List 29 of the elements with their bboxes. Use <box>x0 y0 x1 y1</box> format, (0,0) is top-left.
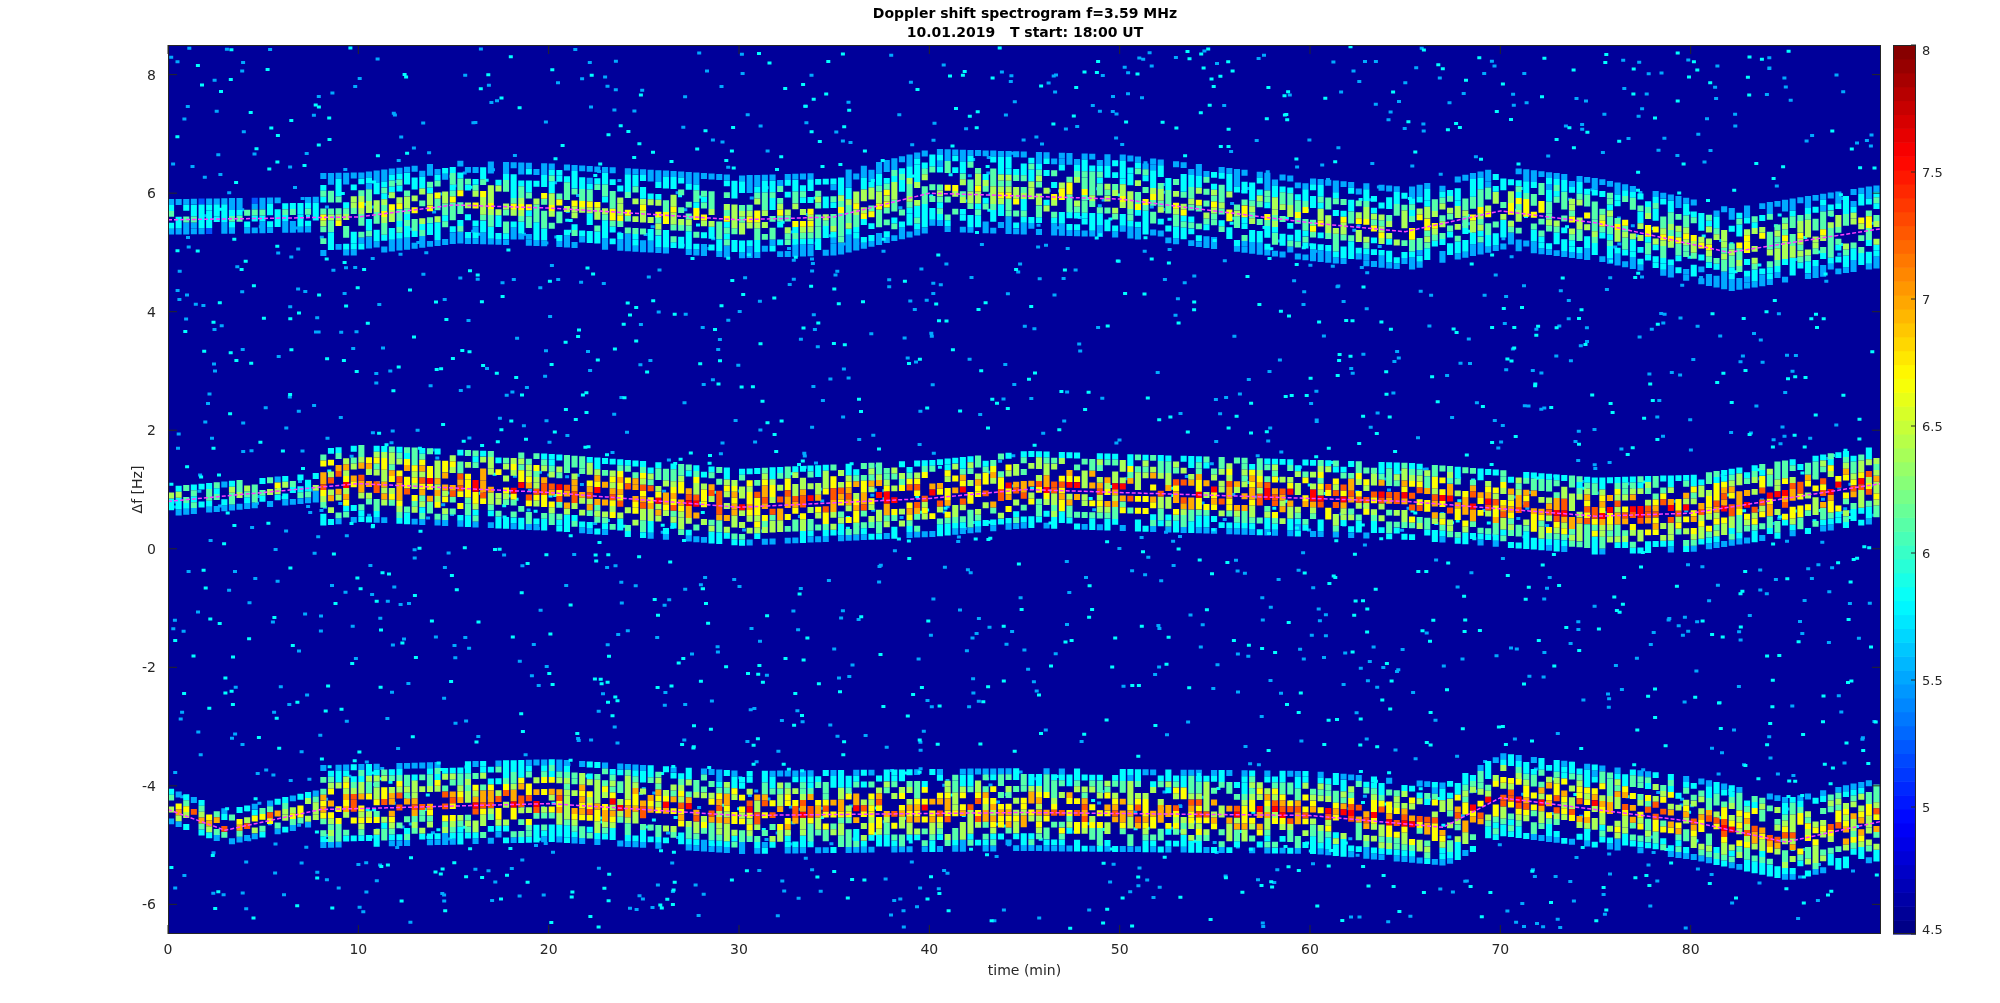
y-tick-label: 2 <box>147 422 156 439</box>
colorbar-tick-label: 4.5 <box>1922 922 1943 937</box>
x-tick-label: 80 <box>1681 941 1700 957</box>
x-tick-label: 70 <box>1491 941 1510 957</box>
colorbar-tick-label: 5.5 <box>1922 673 1943 688</box>
colorbar-tick-label: 7.5 <box>1922 165 1943 180</box>
colorbar-tick-label: 5 <box>1922 800 1931 815</box>
plot-title: Doppler shift spectrogram f=3.59 MHz <box>872 5 1178 21</box>
y-tick-label: -4 <box>142 777 156 794</box>
x-tick-label: 50 <box>1110 941 1129 957</box>
y-tick-label: -2 <box>142 659 156 676</box>
y-axis-label: Δf [Hz] <box>129 465 145 514</box>
colorbar-tick-label: 6 <box>1922 546 1931 561</box>
y-tick-label: 4 <box>147 303 156 320</box>
y-tick-label: -6 <box>142 896 156 913</box>
x-tick-label: 0 <box>163 941 173 957</box>
x-tick-label: 30 <box>730 941 748 957</box>
x-tick-label: 40 <box>920 941 939 957</box>
plot-subtitle: 10.01.2019 T start: 18:00 UT <box>906 24 1144 40</box>
colorbar-tick-label: 8 <box>1922 43 1931 58</box>
colorbar-tick-label: 7 <box>1922 292 1931 307</box>
x-tick-label: 10 <box>349 941 368 957</box>
y-tick-label: 6 <box>147 185 156 202</box>
colorbar-tick-label: 6.5 <box>1922 419 1943 434</box>
x-tick-label: 60 <box>1301 941 1319 957</box>
y-tick-label: 8 <box>147 66 156 83</box>
x-axis-label: time (min) <box>987 962 1062 978</box>
y-tick-label: 0 <box>147 540 156 557</box>
x-tick-label: 20 <box>539 941 558 957</box>
